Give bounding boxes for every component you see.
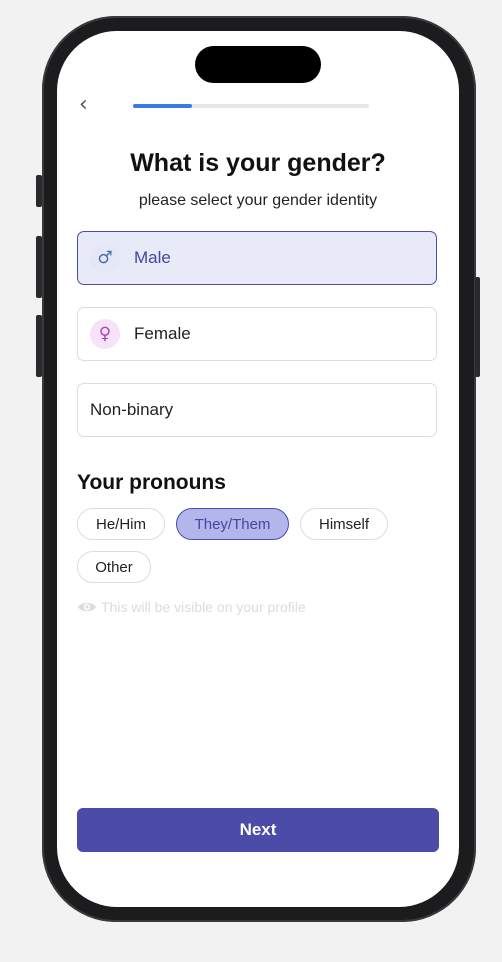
gender-option-male[interactable]: ♂ Male [77, 231, 437, 285]
volume-down-button [36, 315, 42, 377]
chevron-left-icon[interactable]: ‹ [79, 94, 99, 116]
volume-up-button [36, 236, 42, 298]
pronoun-chip-himself[interactable]: Himself [300, 508, 388, 540]
visibility-hint: This will be visible on your profile [77, 599, 306, 615]
page-title: What is your gender? [130, 149, 386, 177]
progress-fill [133, 104, 192, 108]
gender-option-female[interactable]: ♀ Female [77, 307, 437, 361]
male-symbol-icon: ♂ [90, 243, 120, 273]
visibility-hint-text: This will be visible on your profile [101, 599, 306, 615]
gender-option-label: Non-binary [90, 400, 174, 419]
eye-icon [78, 602, 96, 612]
next-button[interactable]: Next [77, 808, 439, 852]
pronoun-chip-other[interactable]: Other [77, 551, 151, 583]
progress-bar [133, 104, 369, 108]
silent-switch [36, 175, 42, 207]
pronoun-chip-he-him[interactable]: He/Him [77, 508, 165, 540]
pronoun-chip-they-them[interactable]: They/Them [176, 508, 289, 540]
gender-option-label: Male [134, 248, 171, 267]
pronouns-heading: Your pronouns [77, 471, 226, 494]
app-screen: ‹ What is your gender? please select you… [57, 31, 459, 907]
dynamic-island [195, 46, 321, 83]
gender-option-non-binary[interactable]: Non-binary [77, 383, 437, 437]
female-symbol-icon: ♀ [90, 319, 120, 349]
gender-option-label: Female [134, 324, 191, 343]
power-button [475, 277, 480, 377]
page-subtitle: please select your gender identity [138, 192, 378, 209]
